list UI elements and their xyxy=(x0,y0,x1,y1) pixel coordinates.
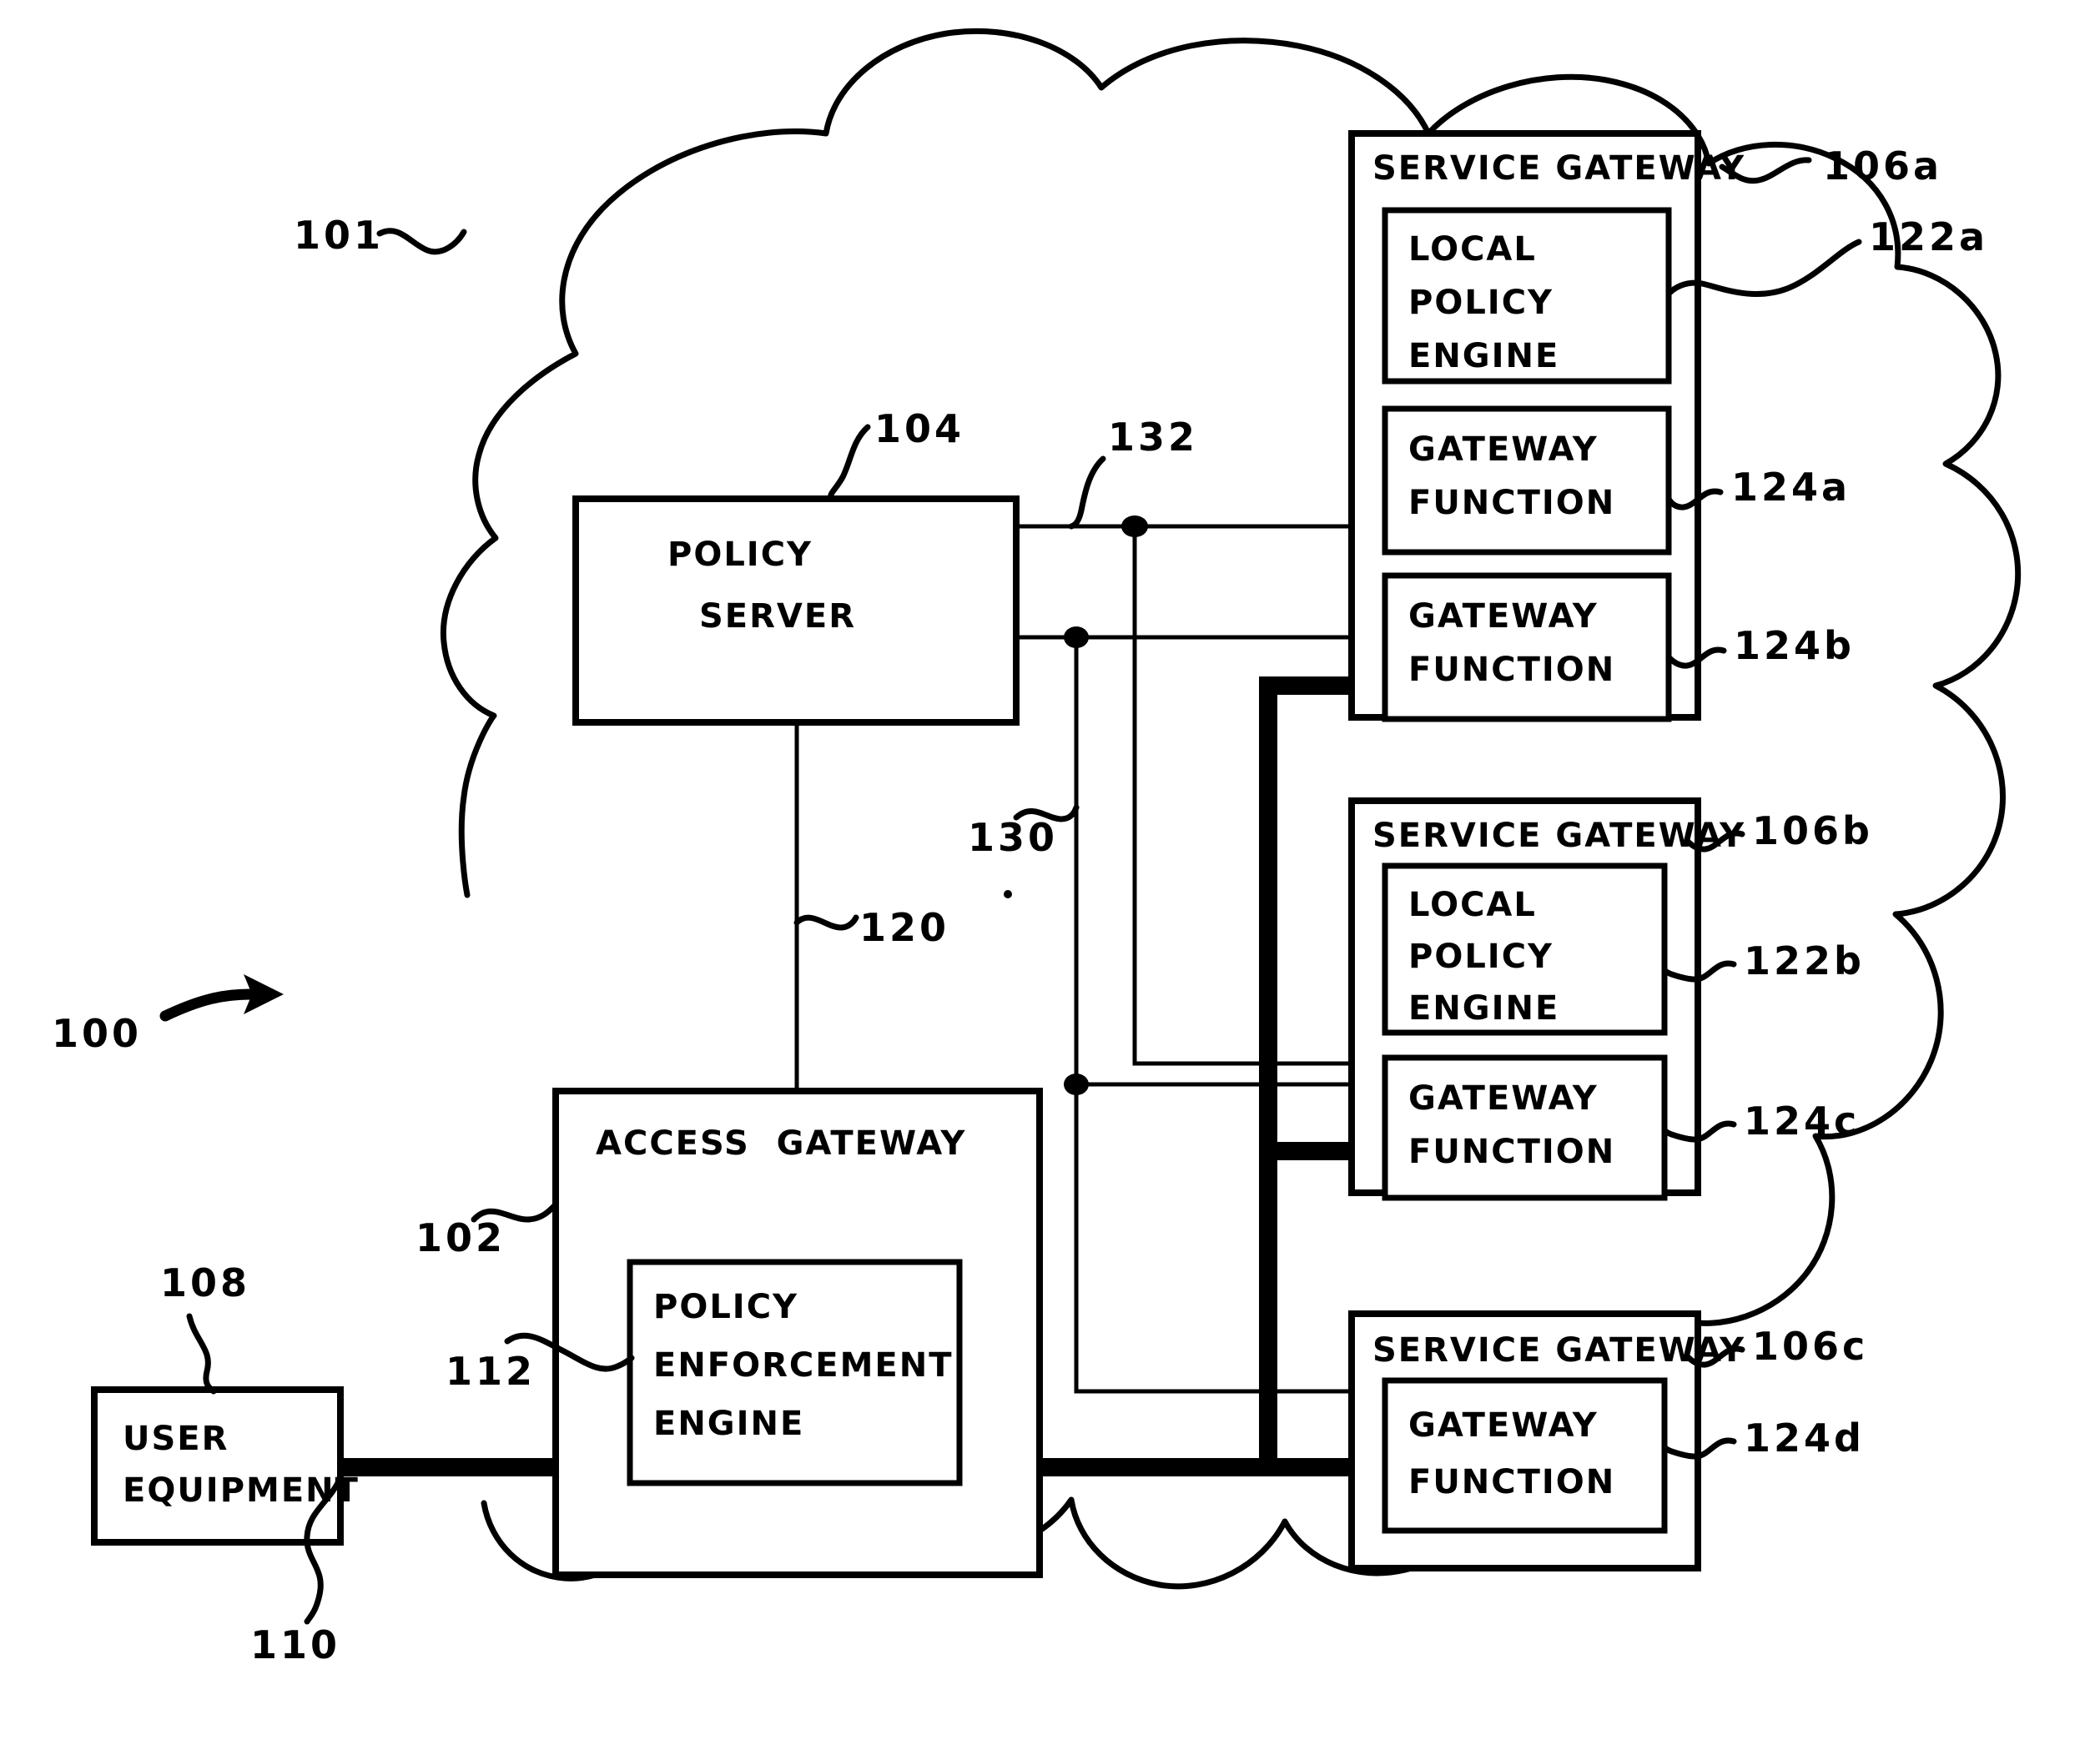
access-gateway-ref-label: 102 xyxy=(415,1215,506,1260)
service-gateway-a-ref-label: 106a xyxy=(1823,143,1942,189)
gateway-function-d-line1: GATEWAY xyxy=(1408,1406,1599,1445)
local-policy-engine-a-line2: POLICY xyxy=(1408,284,1554,322)
user-equipment-label-line1: USER xyxy=(123,1420,229,1458)
gateway-function-b-line1: GATEWAY xyxy=(1408,597,1599,636)
policy-server-label-line2: SERVER xyxy=(699,597,856,636)
local-policy-engine-b-line2: POLICY xyxy=(1408,938,1554,976)
policy-server-label-line1: POLICY xyxy=(667,536,813,574)
patent-figure-canvas: 101 100 USER EQUIPMENT 108 110 ACCESS GA… xyxy=(0,0,2100,1760)
user-equipment-ref-label: 108 xyxy=(160,1260,250,1305)
access-gateway-node[interactable]: ACCESS GATEWAY POLICY ENFORCEMENT ENGINE xyxy=(552,1088,1043,1578)
cloud-ref-label: 101 xyxy=(294,213,384,258)
policy-enforcement-engine-line2: ENFORCEMENT xyxy=(653,1346,954,1385)
local-policy-engine-a-line3: ENGINE xyxy=(1408,337,1559,375)
system-ref-label: 100 xyxy=(52,1011,142,1056)
user-equipment-node[interactable]: USER EQUIPMENT xyxy=(91,1386,360,1546)
service-gateway-a-label: SERVICE GATEWAY xyxy=(1372,149,1745,188)
policy-server-node[interactable]: POLICY SERVER xyxy=(572,495,1020,726)
gateway-function-d-box[interactable] xyxy=(1382,1377,1668,1534)
local-policy-engine-a-line1: LOCAL xyxy=(1408,230,1537,269)
gateway-function-a-line1: GATEWAY xyxy=(1408,430,1599,469)
link-120-label: 120 xyxy=(859,905,949,950)
service-gateway-b-ref-label: 106b xyxy=(1752,808,1873,853)
gateway-function-b-ref-label: 124b xyxy=(1734,623,1855,668)
policy-enforcement-engine-line3: ENGINE xyxy=(653,1405,804,1443)
gateway-function-c-line1: GATEWAY xyxy=(1408,1079,1599,1118)
service-gateway-c-node[interactable]: SERVICE GATEWAY GATEWAY FUNCTION xyxy=(1348,1310,1745,1571)
service-gateway-b-label: SERVICE GATEWAY xyxy=(1372,817,1745,855)
gateway-function-c-ref-label: 124c xyxy=(1744,1099,1860,1144)
service-gateway-c-label: SERVICE GATEWAY xyxy=(1372,1331,1745,1370)
gateway-function-a-line2: FUNCTION xyxy=(1408,484,1615,522)
link-110-label: 110 xyxy=(250,1622,340,1667)
link-130-label: 130 xyxy=(968,815,1058,860)
gateway-function-d-ref-label: 124d xyxy=(1744,1416,1865,1461)
link-132-label: 132 xyxy=(1108,415,1198,460)
local-policy-engine-b-line3: ENGINE xyxy=(1408,989,1559,1028)
gateway-function-a-ref-label: 124a xyxy=(1731,465,1851,510)
policy-enforcement-engine-line1: POLICY xyxy=(653,1288,798,1326)
policy-enforcement-engine-ref-label: 112 xyxy=(446,1349,536,1394)
access-gateway-label: ACCESS GATEWAY xyxy=(596,1124,966,1163)
gateway-function-b-line2: FUNCTION xyxy=(1408,651,1615,689)
local-policy-engine-a-ref-label: 122a xyxy=(1869,214,1988,259)
gateway-function-c-line2: FUNCTION xyxy=(1408,1133,1615,1171)
service-gateway-c-ref-label: 106c xyxy=(1752,1324,1868,1369)
user-equipment-box[interactable] xyxy=(91,1386,344,1546)
policy-server-ref-label: 104 xyxy=(874,406,964,451)
service-gateway-a-node[interactable]: SERVICE GATEWAY LOCAL POLICY ENGINE GATE… xyxy=(1348,130,1745,722)
local-policy-engine-b-line1: LOCAL xyxy=(1408,886,1537,924)
local-policy-engine-b-ref-label: 122b xyxy=(1744,938,1865,983)
gateway-function-d-line2: FUNCTION xyxy=(1408,1463,1615,1501)
